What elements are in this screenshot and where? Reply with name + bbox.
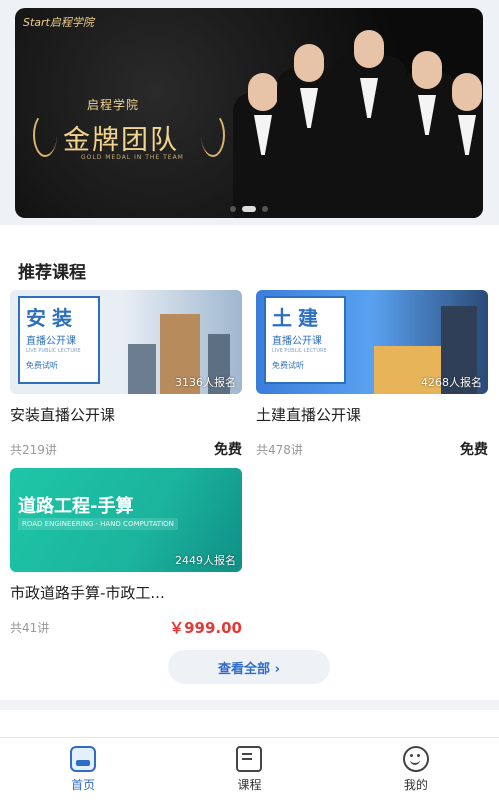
thumbnail-trial-text: 免费试听: [272, 361, 304, 370]
banner-carousel[interactable]: Start启程学院 启程学院 金牌团队 GOLD MEDAL IN THE TE…: [15, 8, 483, 218]
banner-title: 金牌团队: [63, 125, 179, 156]
tab-home[interactable]: 首页: [0, 738, 166, 800]
tab-courses[interactable]: 课程: [166, 738, 332, 800]
course-price: ￥999.00: [169, 619, 242, 637]
laurel-left-icon: [33, 113, 57, 157]
tab-label: 我的: [403, 777, 428, 792]
thumbnail-big-text: 道路工程-手算: [18, 496, 134, 517]
course-card[interactable]: 土建 直播公开课 LIVE PUBLIC LECTURE 免费试听 4268人报…: [256, 290, 488, 459]
course-thumbnail[interactable]: 土建 直播公开课 LIVE PUBLIC LECTURE 免费试听 4268人报…: [256, 290, 488, 394]
course-price: 免费: [460, 442, 488, 458]
course-price: 免费: [214, 442, 242, 458]
thumbnail-small-text: 直播公开课: [272, 336, 322, 347]
thumbnail-small-text: 直播公开课: [26, 336, 76, 347]
carousel-indicator: [15, 206, 483, 212]
course-card[interactable]: 安装 直播公开课 LIVE PUBLIC LECTURE 免费试听 3136人报…: [10, 290, 242, 459]
section-divider: [0, 700, 499, 710]
course-thumbnail[interactable]: 安装 直播公开课 LIVE PUBLIC LECTURE 免费试听 3136人报…: [10, 290, 242, 394]
enroll-count: 4268人报名: [421, 376, 482, 389]
course-title[interactable]: 土建直播公开课: [256, 404, 488, 425]
bottom-tab-bar: 首页 课程 我的: [0, 737, 499, 800]
course-thumbnail[interactable]: 道路工程-手算 ROAD ENGINEERING · HAND COMPUTAT…: [10, 468, 242, 572]
banner-area: Start启程学院 启程学院 金牌团队 GOLD MEDAL IN THE TE…: [0, 0, 499, 225]
building-graphic: [128, 344, 156, 394]
lesson-count: 共219讲: [10, 442, 57, 457]
carousel-dot[interactable]: [262, 206, 268, 212]
team-member-figure: [445, 73, 483, 218]
lesson-count: 共41讲: [10, 621, 50, 635]
section-title: 推荐课程: [18, 263, 86, 283]
banner-logo: Start启程学院: [23, 16, 94, 29]
thumbnail-label: 安装 直播公开课 LIVE PUBLIC LECTURE 免费试听: [18, 296, 100, 384]
lesson-count: 共478讲: [256, 442, 303, 457]
course-icon: [236, 745, 263, 772]
carousel-dot-active[interactable]: [242, 206, 256, 212]
thumbnail-small-text: ROAD ENGINEERING · HAND COMPUTATION: [18, 518, 178, 530]
thumbnail-tiny-text: LIVE PUBLIC LECTURE: [26, 348, 81, 354]
tab-label: 首页: [71, 777, 96, 792]
course-title[interactable]: 安装直播公开课: [10, 404, 242, 425]
banner-school: 启程学院: [87, 98, 140, 112]
app-page: Start启程学院 启程学院 金牌团队 GOLD MEDAL IN THE TE…: [0, 0, 499, 800]
carousel-dot[interactable]: [230, 206, 236, 212]
thumbnail-big-text: 土建: [272, 306, 324, 330]
course-card[interactable]: 道路工程-手算 ROAD ENGINEERING · HAND COMPUTAT…: [10, 468, 242, 638]
banner-subtitle: GOLD MEDAL IN THE TEAM: [81, 154, 184, 161]
profile-icon: [402, 745, 429, 772]
home-icon: [70, 745, 97, 772]
view-all-button[interactable]: 查看全部 ›: [168, 650, 330, 684]
laurel-right-icon: [201, 113, 225, 157]
tab-label: 课程: [237, 777, 262, 792]
enroll-count: 2449人报名: [175, 554, 236, 567]
course-title[interactable]: 市政道路手算-市政工...: [10, 582, 242, 603]
enroll-count: 3136人报名: [175, 376, 236, 389]
thumbnail-trial-text: 免费试听: [26, 361, 58, 370]
thumbnail-big-text: 安装: [26, 306, 78, 330]
thumbnail-label: 土建 直播公开课 LIVE PUBLIC LECTURE 免费试听: [264, 296, 346, 384]
thumbnail-tiny-text: LIVE PUBLIC LECTURE: [272, 348, 327, 354]
tab-profile[interactable]: 我的: [333, 738, 499, 800]
